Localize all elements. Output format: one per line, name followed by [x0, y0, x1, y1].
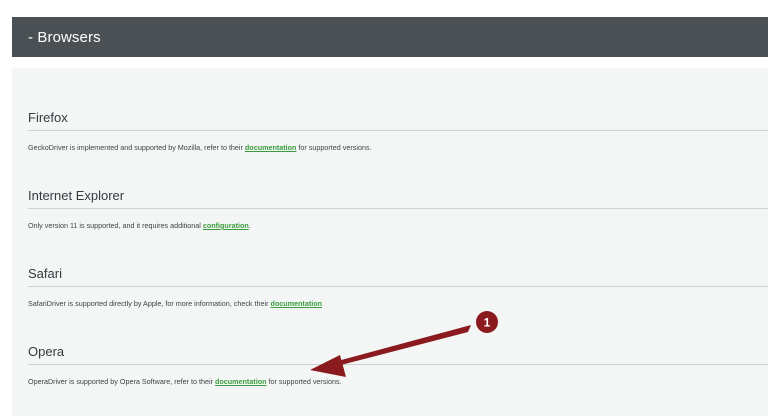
section-divider: [28, 130, 768, 131]
section-heading-opera: Opera: [28, 344, 65, 359]
description-text: for supported versions.: [266, 377, 342, 386]
documentation-link-firefox[interactable]: documentation: [245, 143, 297, 152]
description-text: Only version 11 is supported, and it req…: [28, 221, 203, 230]
description-text: .: [248, 221, 251, 230]
browser-section-firefox: Firefox GeckoDriver is implemented and s…: [28, 108, 768, 153]
section-divider: [28, 208, 768, 209]
section-description-opera: OperaDriver is supported by Opera Softwa…: [28, 377, 768, 387]
section-description-safari: SafariDriver is supported directly by Ap…: [28, 299, 768, 309]
browser-section-opera: Opera OperaDriver is supported by Opera …: [28, 342, 768, 387]
description-text: SafariDriver is supported directly by Ap…: [28, 299, 271, 308]
description-text: for supported versions.: [296, 143, 372, 152]
browser-section-safari: Safari SafariDriver is supported directl…: [28, 264, 768, 309]
section-divider: [28, 286, 768, 287]
documentation-link-opera[interactable]: documentation: [215, 377, 267, 386]
section-description-internet-explorer: Only version 11 is supported, and it req…: [28, 221, 768, 231]
section-description-firefox: GeckoDriver is implemented and supported…: [28, 143, 768, 153]
section-heading-internet-explorer: Internet Explorer: [28, 188, 125, 203]
section-header-title: - Browsers: [28, 28, 101, 46]
description-text: GeckoDriver is implemented and supported…: [28, 143, 245, 152]
section-divider: [28, 364, 768, 365]
section-heading-firefox: Firefox: [28, 110, 68, 125]
description-text: OperaDriver is supported by Opera Softwa…: [28, 377, 215, 386]
documentation-link-safari[interactable]: documentation: [270, 299, 322, 308]
page: - Browsers Firefox GeckoDriver is implem…: [0, 0, 768, 416]
configuration-link[interactable]: configuration: [203, 221, 249, 230]
section-heading-safari: Safari: [28, 266, 62, 281]
section-header-bar: - Browsers: [12, 17, 768, 57]
browser-section-internet-explorer: Internet Explorer Only version 11 is sup…: [28, 186, 768, 231]
